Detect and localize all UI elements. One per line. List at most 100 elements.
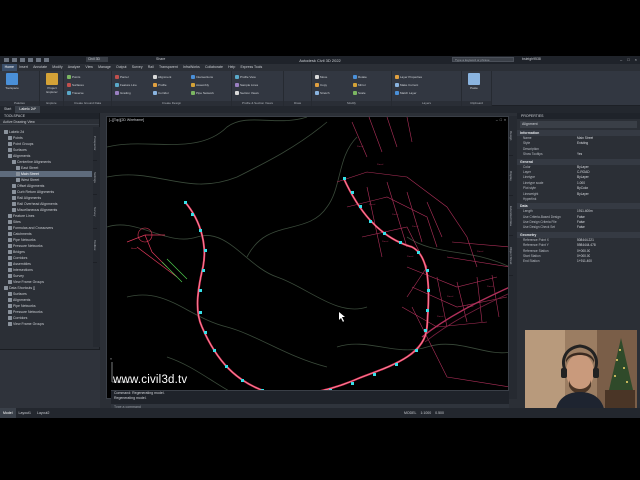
search-input[interactable]: Type a keyword or phrase bbox=[452, 57, 514, 62]
minimize-icon[interactable]: – bbox=[620, 57, 622, 62]
profile-view-button[interactable]: Profile View bbox=[235, 74, 256, 79]
grip[interactable] bbox=[427, 289, 430, 292]
ribbon-tab-home[interactable]: Home bbox=[2, 64, 17, 71]
ribbon-tab-insert[interactable]: Insert bbox=[17, 64, 31, 71]
property-row[interactable]: Hyperlink bbox=[517, 197, 640, 202]
selection-dropdown[interactable]: Alignment bbox=[520, 121, 637, 128]
move-button[interactable]: Move bbox=[315, 74, 327, 79]
grip[interactable] bbox=[417, 251, 420, 254]
layer-properties-button[interactable]: Layer Properties bbox=[395, 74, 422, 79]
grip[interactable] bbox=[351, 191, 354, 194]
grip[interactable] bbox=[369, 220, 372, 223]
ribbon-tab-infraworks[interactable]: InfraWorks bbox=[180, 64, 202, 71]
scale-value[interactable]: 0.500 bbox=[435, 411, 444, 415]
grip[interactable] bbox=[359, 205, 362, 208]
parcel-button[interactable]: Parcel bbox=[115, 74, 129, 79]
ribbon-tab-survey[interactable]: Survey bbox=[129, 64, 145, 71]
make-current-button[interactable]: Make Current bbox=[395, 82, 418, 87]
match-layer-button[interactable]: Match Layer bbox=[395, 90, 417, 95]
grip[interactable] bbox=[395, 363, 398, 366]
toolspace-tab-toolbox[interactable]: Toolbox bbox=[93, 229, 97, 263]
assembly-button[interactable]: Assembly bbox=[191, 82, 209, 87]
grip[interactable] bbox=[225, 365, 228, 368]
property-row[interactable]: Show Tooltips Yes bbox=[517, 152, 640, 157]
annotation-scale[interactable]: 1:1000 bbox=[420, 411, 431, 415]
viewport-controls-label[interactable]: [–][Top][2D Wireframe] bbox=[109, 118, 144, 122]
alignment-button[interactable]: Alignment bbox=[153, 74, 171, 79]
pipe-network-button[interactable]: Pipe Network bbox=[191, 90, 214, 95]
ribbon-tab-express-tools[interactable]: Express Tools bbox=[238, 64, 265, 71]
grip[interactable] bbox=[426, 269, 429, 272]
grip[interactable] bbox=[415, 349, 418, 352]
rotate-button[interactable]: Rotate bbox=[353, 74, 367, 79]
ribbon-tab-manage[interactable]: Manage bbox=[96, 64, 114, 71]
ribbon-tab-annotate[interactable]: Annotate bbox=[30, 64, 49, 71]
surfaces-button[interactable]: Surfaces bbox=[67, 82, 84, 87]
grip[interactable] bbox=[199, 311, 202, 314]
grip[interactable] bbox=[424, 329, 427, 332]
grip[interactable] bbox=[373, 373, 376, 376]
grip[interactable] bbox=[241, 379, 244, 382]
model-space-toggle[interactable]: MODEL bbox=[404, 411, 416, 415]
section-views-button[interactable]: Section Views bbox=[235, 90, 259, 95]
grip[interactable] bbox=[204, 331, 207, 334]
maximize-icon[interactable]: □ bbox=[627, 57, 629, 62]
grip[interactable] bbox=[199, 229, 202, 232]
layout-tab-layout1[interactable]: Layout1 bbox=[16, 408, 34, 418]
grip[interactable] bbox=[343, 177, 346, 180]
ribbon-tab-collaborate[interactable]: Collaborate bbox=[202, 64, 225, 71]
scale-button[interactable]: Scale bbox=[353, 90, 366, 95]
grip[interactable] bbox=[199, 289, 202, 292]
drawing-viewport[interactable]: Parcel Parcel Parcel Parcel Parcel Parce… bbox=[106, 116, 509, 399]
ribbon-tab-analyze[interactable]: Analyze bbox=[65, 64, 83, 71]
grip[interactable] bbox=[383, 232, 386, 235]
viewport-restore-icon[interactable]: □ bbox=[500, 118, 502, 122]
layout-tab-layout2[interactable]: Layout2 bbox=[34, 408, 52, 418]
toolspace-button[interactable]: Toolspace bbox=[3, 73, 21, 90]
ribbon-tab-view[interactable]: View bbox=[83, 64, 96, 71]
toolspace-view-filter[interactable]: Active Drawing View bbox=[0, 119, 99, 125]
grip[interactable] bbox=[399, 241, 402, 244]
grip[interactable] bbox=[426, 309, 429, 312]
project-explorer-button[interactable]: Project Explorer bbox=[43, 73, 61, 94]
feature-line-button[interactable]: Feature Line bbox=[115, 82, 137, 87]
palette-tab-design[interactable]: Design bbox=[509, 116, 513, 156]
grip[interactable] bbox=[202, 269, 205, 272]
toolspace-tab-prospector[interactable]: Prospector bbox=[93, 127, 97, 161]
paste-button[interactable]: Paste bbox=[465, 73, 483, 90]
points-button[interactable]: Points bbox=[67, 74, 80, 79]
user-account[interactable]: bsleigh9538 bbox=[522, 57, 541, 61]
toolspace-tab-survey[interactable]: Survey bbox=[93, 195, 97, 229]
intersections-button[interactable]: Intersections bbox=[191, 74, 213, 79]
ribbon-tab-transparent[interactable]: Transparent bbox=[156, 64, 180, 71]
stretch-button[interactable]: Stretch bbox=[315, 90, 330, 95]
sample-lines-button[interactable]: Sample Lines bbox=[235, 82, 258, 87]
grip[interactable] bbox=[191, 213, 194, 216]
copy-button[interactable]: Copy bbox=[315, 82, 327, 87]
toolspace-tab-settings[interactable]: Settings bbox=[93, 161, 97, 195]
grading-button[interactable]: Grading bbox=[115, 90, 131, 95]
property-row[interactable]: Use Design Check Set False bbox=[517, 225, 640, 230]
ribbon-tab-modify[interactable]: Modify bbox=[50, 64, 66, 71]
close-icon[interactable]: × bbox=[635, 57, 637, 62]
tab-drawing[interactable]: Lakelo 2d* bbox=[15, 106, 40, 113]
grip[interactable] bbox=[351, 382, 354, 385]
main-street-alignment[interactable] bbox=[184, 178, 430, 396]
viewport-close-icon[interactable]: × bbox=[504, 118, 506, 122]
palette-tab-object-sheet[interactable]: Object Sheet bbox=[509, 236, 513, 276]
profile-button[interactable]: Profile bbox=[153, 82, 167, 87]
layout-tab-model[interactable]: Model bbox=[0, 408, 16, 418]
mirror-button[interactable]: Mirror bbox=[353, 82, 366, 87]
ribbon-tab-help[interactable]: Help bbox=[225, 64, 237, 71]
ribbon-tab-output[interactable]: Output bbox=[113, 64, 129, 71]
palette-tab-extended-data[interactable]: Extended Data bbox=[509, 196, 513, 236]
property-row[interactable]: End Station 1+911.400 bbox=[517, 259, 640, 264]
corridor-button[interactable]: Corridor bbox=[153, 90, 169, 95]
palette-tab-display[interactable]: Display bbox=[509, 156, 513, 196]
tree-node[interactable]: View Frame Groups bbox=[0, 321, 92, 327]
grip[interactable] bbox=[213, 349, 216, 352]
traverse-button[interactable]: Traverse bbox=[67, 90, 84, 95]
grip[interactable] bbox=[184, 201, 187, 204]
viewport-minimize-icon[interactable]: – bbox=[496, 118, 498, 122]
grip[interactable] bbox=[204, 249, 207, 252]
